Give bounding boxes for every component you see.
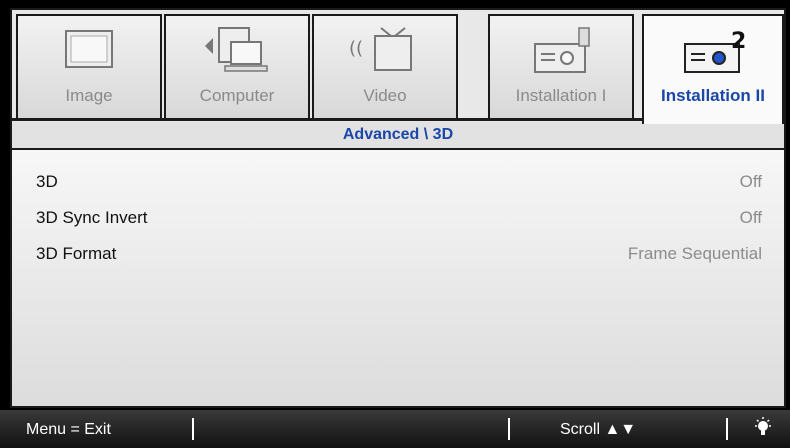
- setting-name: 3D: [36, 172, 58, 191]
- setting-row-3d-sync-invert[interactable]: 3D Sync Invert Off: [12, 200, 784, 234]
- menu-exit-hint: Menu = Exit: [26, 421, 111, 438]
- tab-installation-2-label: Installation II: [661, 86, 765, 105]
- svg-text:2: 2: [731, 29, 746, 54]
- footer-divider: [192, 418, 194, 440]
- tab-video-label: Video: [363, 86, 407, 105]
- setting-row-3d[interactable]: 3D Off: [12, 164, 784, 198]
- video-icon: ((: [314, 24, 456, 80]
- tab-image[interactable]: Image: [16, 14, 162, 118]
- footer-divider: [508, 418, 510, 440]
- tab-video[interactable]: (( Video: [312, 14, 458, 118]
- breadcrumb: Advanced \ 3D: [12, 122, 784, 150]
- setting-row-3d-format[interactable]: 3D Format Frame Sequential: [12, 236, 784, 270]
- footer-bar: Menu = Exit Scroll ▲▼: [0, 410, 790, 448]
- lamp-icon: [752, 416, 774, 445]
- tab-installation-1-label: Installation I: [515, 86, 607, 105]
- scroll-hint: Scroll ▲▼: [560, 421, 637, 438]
- tab-image-label: Image: [65, 86, 113, 105]
- setting-value: Off: [739, 208, 762, 227]
- svg-text:((: ((: [349, 38, 363, 59]
- tab-divider: [12, 118, 642, 121]
- computer-icon: [166, 24, 308, 80]
- osd-menu-frame: Image Computer ((Video Installation I 2…: [10, 8, 786, 408]
- footer-divider: [726, 418, 728, 440]
- setting-name: 3D Sync Invert: [36, 208, 148, 227]
- tab-computer[interactable]: Computer: [164, 14, 310, 118]
- setting-name: 3D Format: [36, 244, 117, 263]
- setting-value: Frame Sequential: [627, 244, 762, 263]
- projector-2-icon: 2: [644, 24, 782, 80]
- tab-installation-2[interactable]: 2 Installation II: [642, 14, 784, 124]
- setting-value: Off: [739, 172, 762, 191]
- settings-list: 3D Off 3D Sync Invert Off 3D Format Fram…: [12, 150, 784, 406]
- tab-bar: Image Computer ((Video Installation I 2…: [12, 10, 784, 124]
- tab-installation-1[interactable]: Installation I: [488, 14, 634, 118]
- tab-computer-label: Computer: [199, 86, 275, 105]
- projector-icon: [490, 24, 632, 80]
- monitor-icon: [18, 24, 160, 80]
